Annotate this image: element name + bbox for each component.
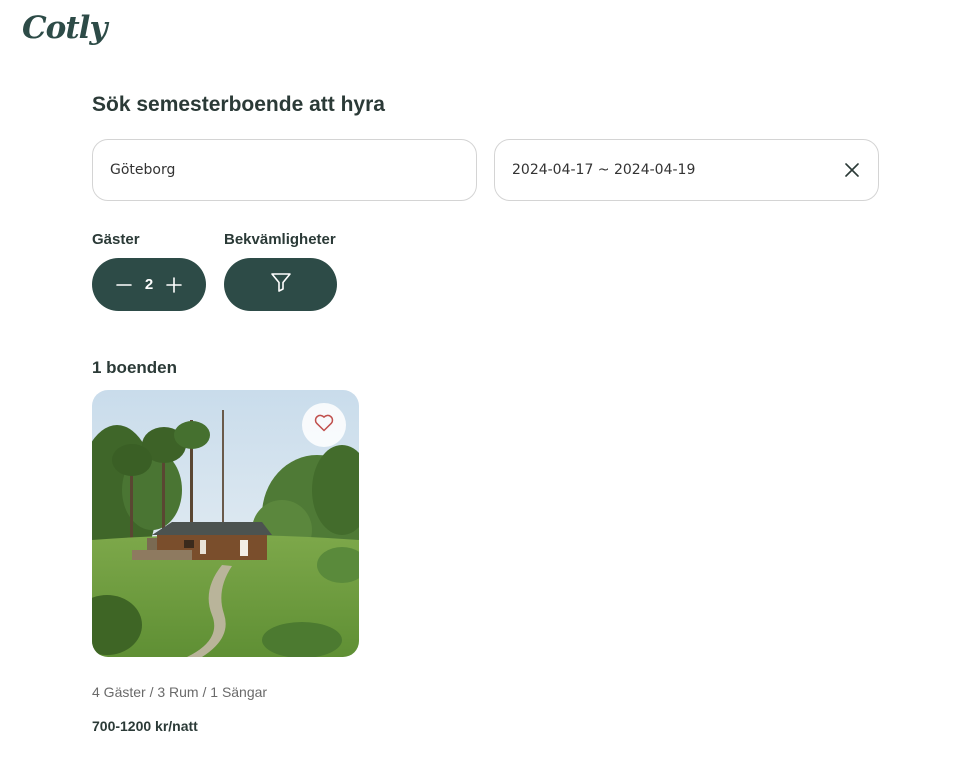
amenities-label: Bekvämligheter: [224, 231, 336, 248]
heart-icon: [314, 414, 334, 437]
location-value: Göteborg: [110, 162, 176, 178]
guest-count: 2: [144, 276, 154, 293]
minus-icon[interactable]: [114, 275, 134, 295]
guests-label: Gäster: [92, 231, 140, 248]
date-range-value: 2024-04-17 ~ 2024-04-19: [512, 162, 696, 178]
filter-funnel-icon: [269, 270, 293, 299]
favorite-button[interactable]: [302, 403, 346, 447]
listing-card[interactable]: [92, 390, 359, 657]
cotly-logo[interactable]: Cotly: [22, 10, 107, 46]
listing-price: 700-1200 kr/natt: [92, 718, 198, 734]
amenities-filter-button[interactable]: [224, 258, 337, 311]
result-count: 1 boenden: [92, 358, 178, 377]
date-range-field[interactable]: 2024-04-17 ~ 2024-04-19: [494, 139, 879, 201]
page-title: Sök semesterboende att hyra: [92, 93, 385, 116]
close-icon[interactable]: [843, 161, 861, 179]
location-field[interactable]: Göteborg: [92, 139, 477, 201]
plus-icon[interactable]: [164, 275, 184, 295]
listing-specs: 4 Gäster / 3 Rum / 1 Sängar: [92, 684, 268, 700]
guests-stepper: 2: [92, 258, 206, 311]
